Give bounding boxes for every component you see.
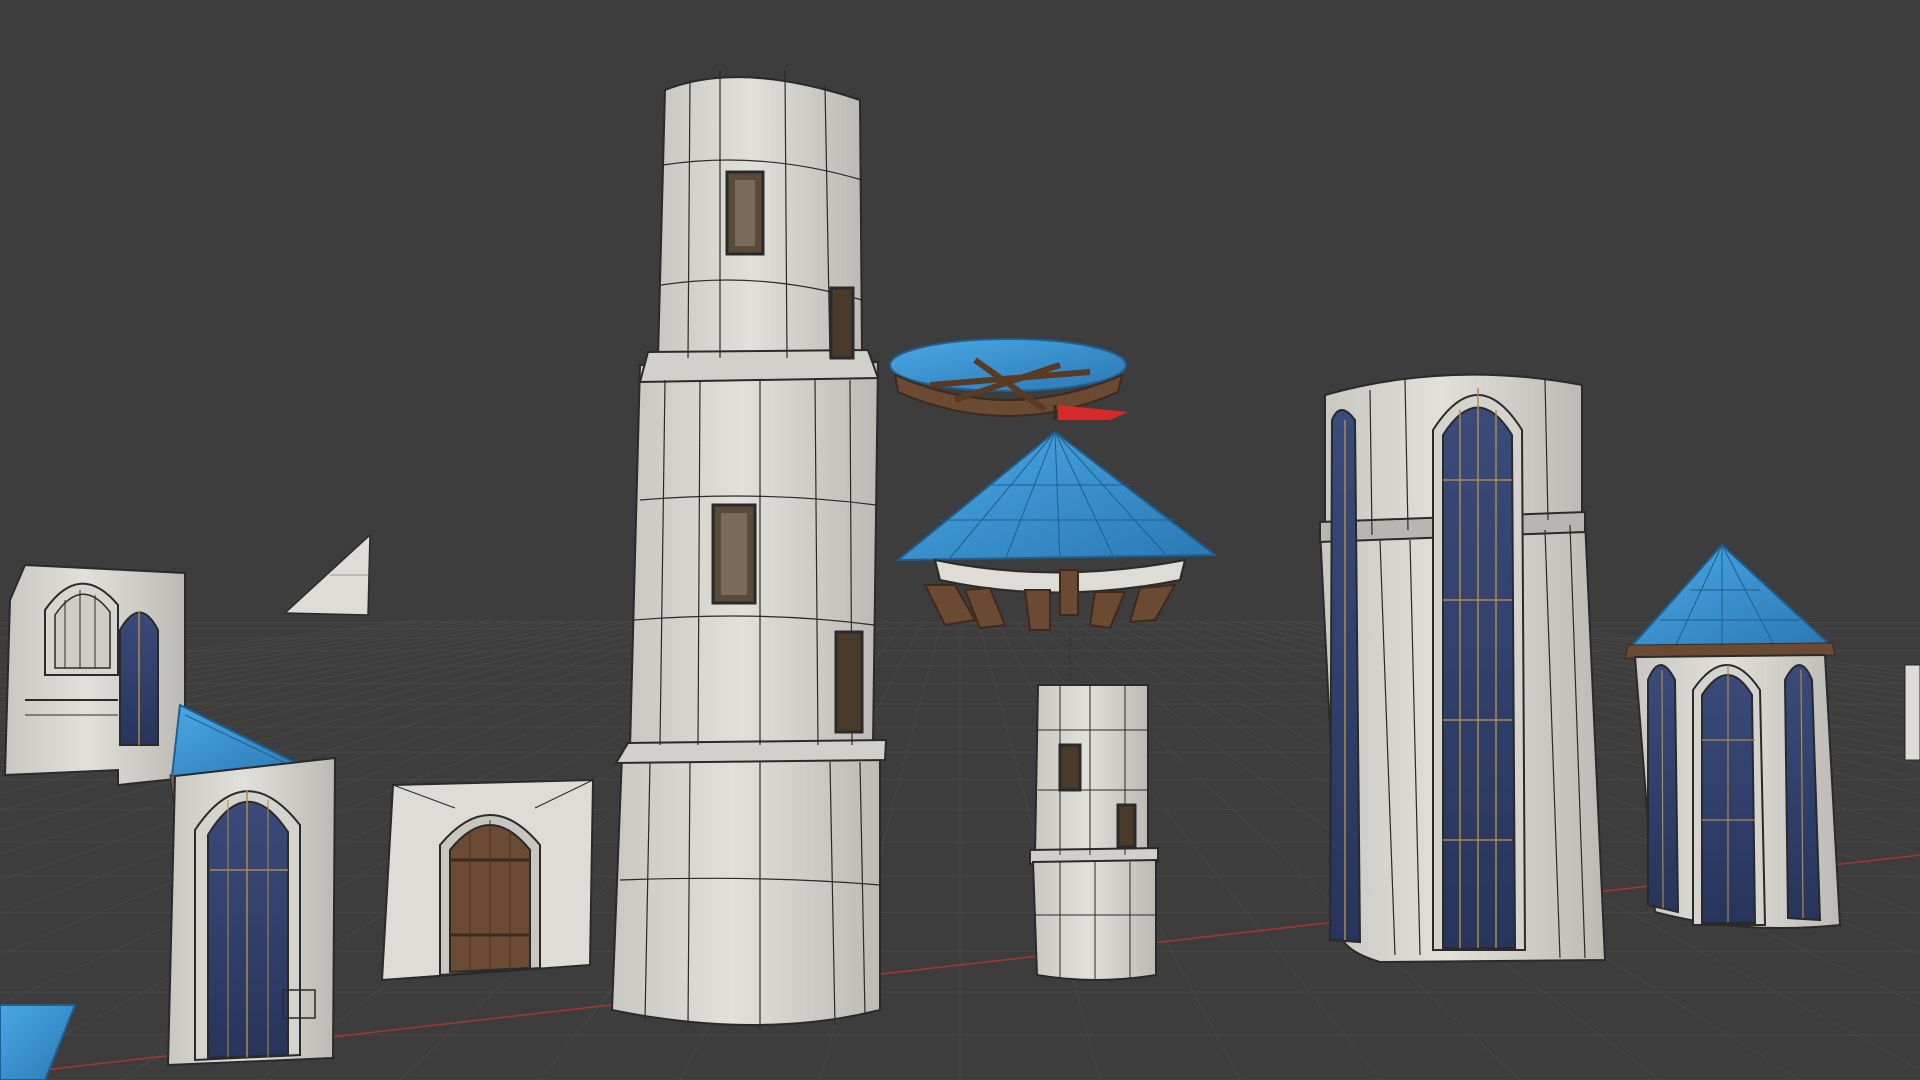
roof-fragment[interactable] (0, 1004, 77, 1080)
wooden-frame-cap[interactable] (889, 338, 1128, 420)
door-arch-blue-roof[interactable] (166, 703, 337, 1067)
3d-viewport[interactable] (0, 0, 1920, 1080)
tall-stone-tower[interactable] (610, 69, 888, 1030)
partial-object-right-edge[interactable] (1904, 664, 1920, 761)
wooden-door-panel[interactable] (380, 778, 595, 982)
wall-window-panel[interactable] (3, 563, 186, 787)
small-roofed-turret[interactable] (1624, 543, 1842, 930)
wedge-piece[interactable] (283, 533, 371, 616)
viewport-scene[interactable] (0, 0, 1920, 1080)
large-window-tower[interactable] (1318, 373, 1607, 964)
small-stone-tower[interactable] (1029, 684, 1159, 981)
